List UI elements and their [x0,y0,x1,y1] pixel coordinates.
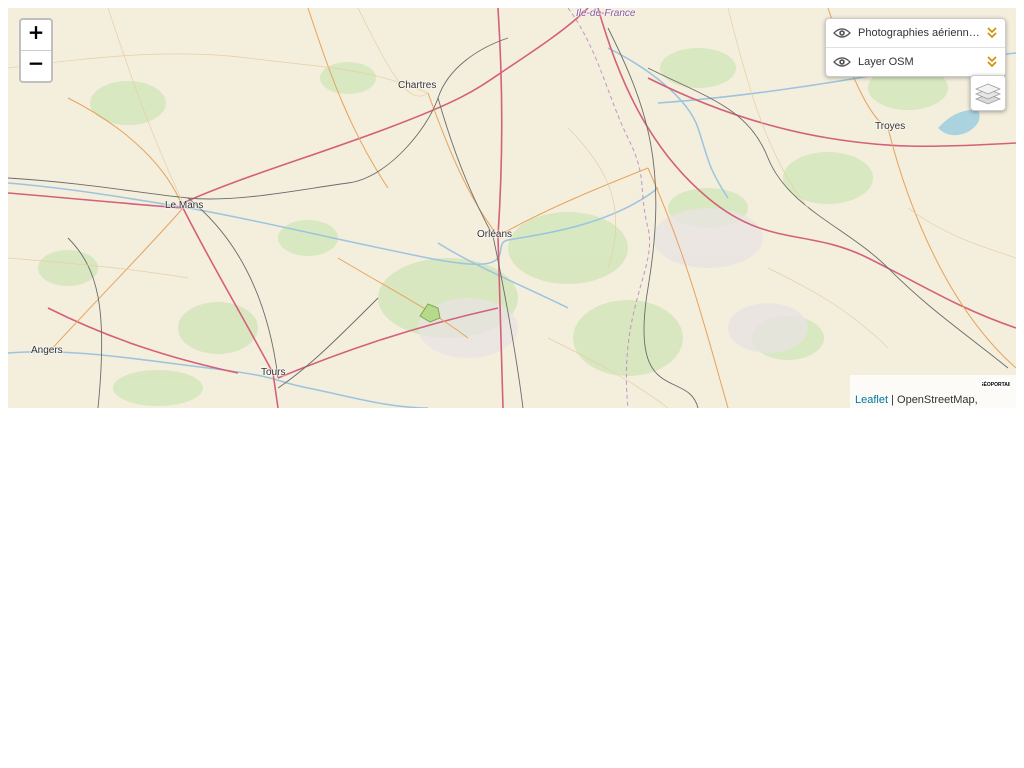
osm-attribution: OpenStreetMap, [897,394,978,406]
city-label-le-mans: Le Mans [165,200,204,211]
region-label-ile-de-france: Île-de-France [576,8,636,19]
layers-icon [975,83,1001,105]
layer-switcher-panel: Photographies aériennes Layer OSM [825,18,1006,77]
city-label-angers: Angers [31,345,63,356]
layer-name-aerial: Photographies aériennes [858,27,980,39]
zoom-in-button[interactable]: + [21,20,51,50]
map-view[interactable]: Chartres Le Mans Orléans Angers Tours Tr… [8,8,1016,408]
attribution-separator: | [888,394,898,406]
geoportail-logo: GÉOPORTAIL [980,379,1012,389]
city-label-tours: Tours [261,367,286,378]
city-label-troyes: Troyes [875,121,906,132]
city-label-chartres: Chartres [398,80,437,91]
zoom-control: + − [19,18,53,83]
chevron-double-down-icon[interactable] [987,56,997,68]
eye-icon[interactable] [833,27,851,39]
leaflet-link[interactable]: Leaflet [855,394,888,406]
svg-text:GÉOPORTAIL: GÉOPORTAIL [982,380,1010,388]
layer-row-osm[interactable]: Layer OSM [826,47,1005,76]
eye-icon[interactable] [833,56,851,68]
zoom-out-button[interactable]: − [21,50,51,81]
chevron-double-down-icon[interactable] [987,27,997,39]
layer-name-osm: Layer OSM [858,56,914,68]
layers-toggle-button[interactable] [970,75,1006,111]
city-label-orleans: Orléans [477,229,513,240]
layer-row-aerial[interactable]: Photographies aériennes [826,19,1005,47]
attribution: GÉOPORTAIL Leaflet | OpenStreetMap, [850,375,1016,408]
